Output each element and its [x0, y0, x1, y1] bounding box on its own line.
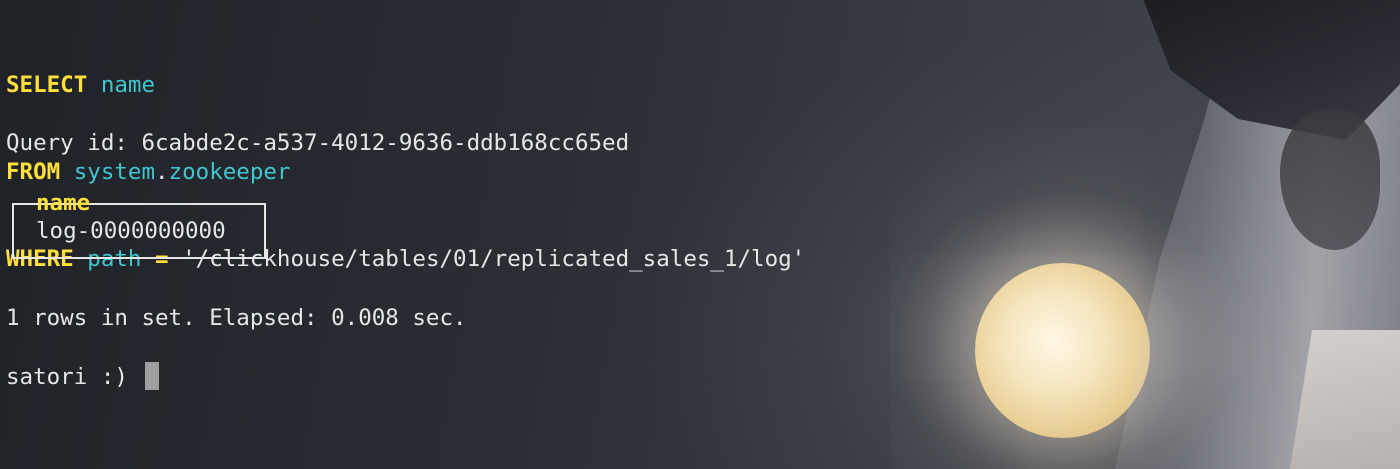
prompt-text: satori :)	[6, 364, 142, 390]
where-value: '/clickhouse/tables/01/replicated_sales_…	[182, 246, 806, 272]
from-keyword: FROM	[6, 159, 61, 185]
result-table: name log-0000000000	[12, 191, 266, 259]
from-table: zookeeper	[168, 159, 291, 185]
select-keyword: SELECT	[6, 72, 88, 98]
summary-line: 1 rows in set. Elapsed: 0.008 sec.	[6, 305, 467, 331]
from-dot: .	[155, 159, 169, 185]
result-column-header: name	[36, 190, 91, 216]
from-line: FROM system.zookeeper	[6, 158, 805, 187]
sql-query: SELECT name FROM system.zookeeper WHERE …	[6, 13, 805, 303]
text-cursor[interactable]	[145, 362, 160, 390]
wallpaper-moon	[975, 263, 1150, 438]
select-line: SELECT name	[6, 71, 805, 100]
command-prompt[interactable]: satori :)	[6, 362, 160, 392]
result-cell: log-0000000000	[36, 218, 226, 244]
from-database: system	[73, 159, 156, 185]
query-id-line: Query id: 6cabde2c-a537-4012-9636-ddb168…	[6, 130, 630, 156]
select-column: name	[100, 72, 156, 98]
